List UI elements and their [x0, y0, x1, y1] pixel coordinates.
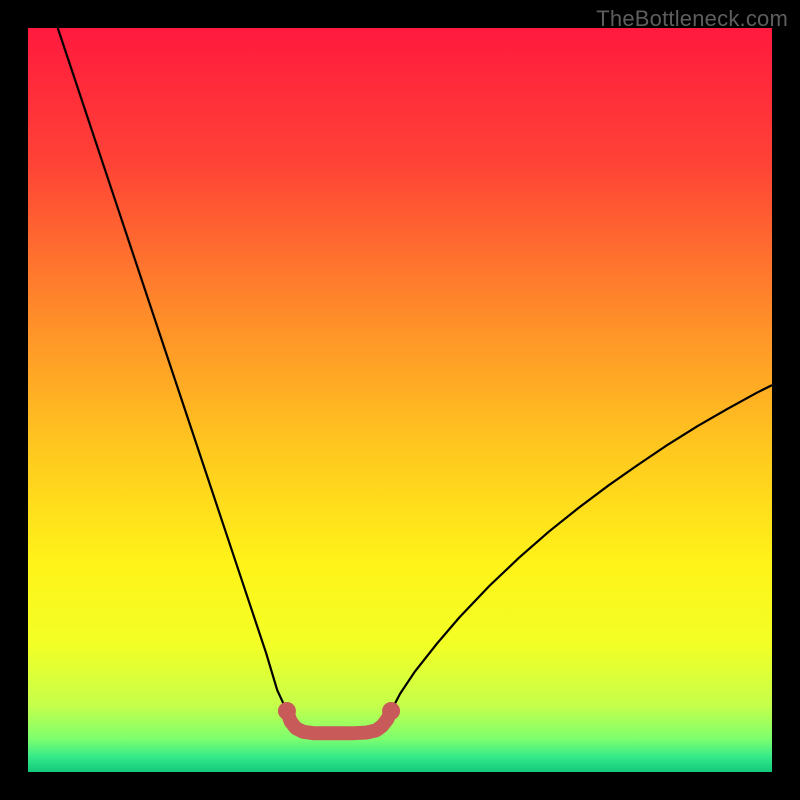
- gradient-background: [28, 28, 772, 772]
- trough-marker-end-dot: [278, 702, 296, 720]
- chart-svg: [28, 28, 772, 772]
- plot-area: [28, 28, 772, 772]
- trough-marker-end-dot: [382, 702, 400, 720]
- chart-frame: TheBottleneck.com: [0, 0, 800, 800]
